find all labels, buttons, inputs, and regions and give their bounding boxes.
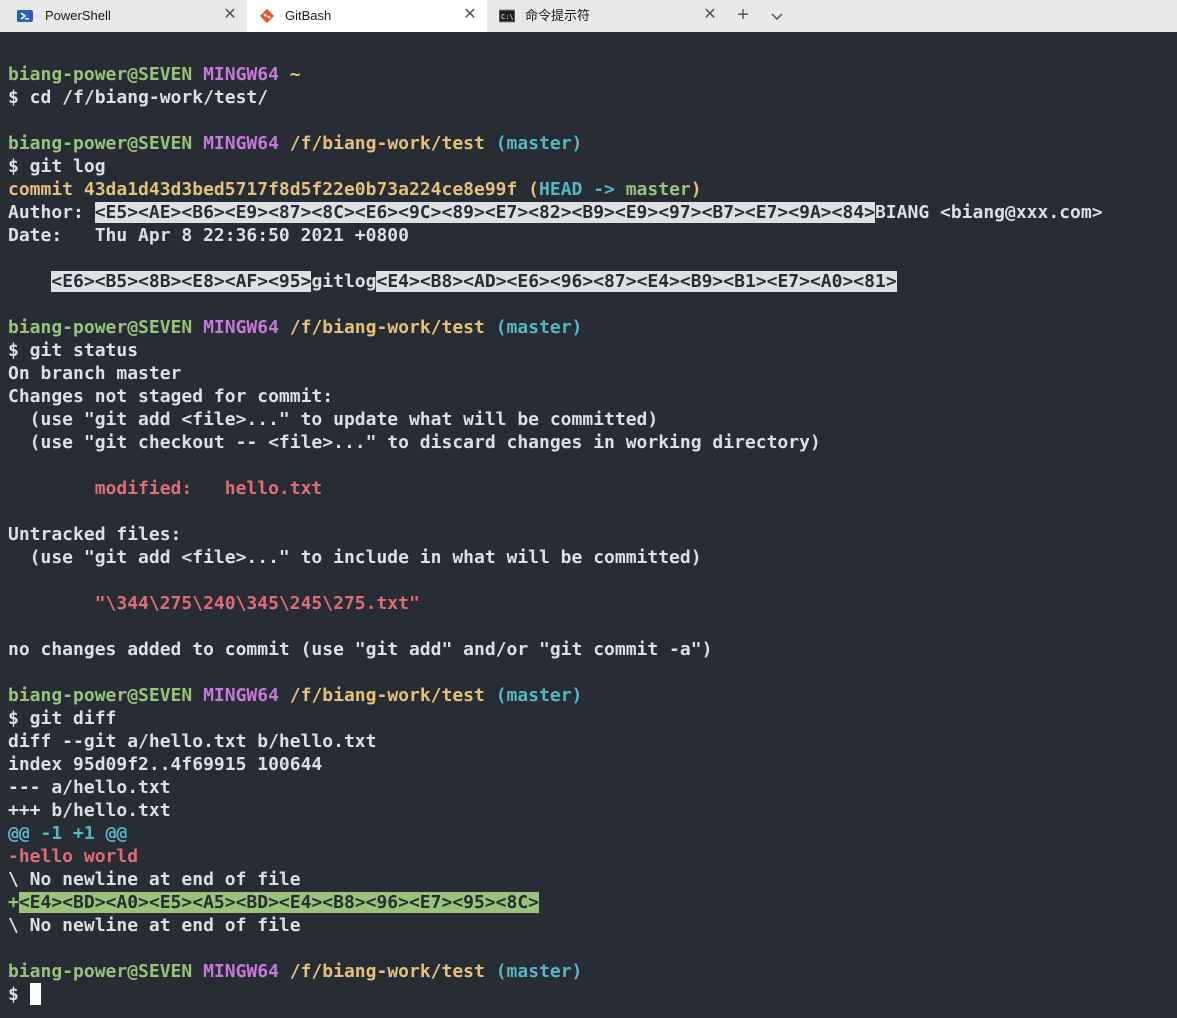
diff-removed-line: -hello world (8, 846, 139, 867)
untracked-file: "\344\275\240\345\245\275.txt" (8, 593, 420, 614)
commit-line: commit 43da1d43d3bed5717f8d5f22e0b73a224… (8, 179, 702, 200)
command-line: $ cd /f/biang-work/test/ (8, 87, 269, 108)
close-icon[interactable]: ✕ (702, 7, 718, 23)
modified-file: modified: hello.txt (8, 478, 323, 499)
author-line: Author: <E5><AE><B6><E9><87><8C><E6><9C>… (8, 202, 1103, 223)
diff-no-newline: \ No newline at end of file (8, 915, 301, 936)
command-line: $ git status (8, 340, 139, 361)
close-icon[interactable]: ✕ (462, 7, 478, 23)
prompt-line: biang-power@SEVEN MINGW64 /f/biang-work/… (8, 317, 583, 338)
tab-gitbash[interactable]: GitBash ✕ (247, 0, 487, 32)
tab-label: 命令提示符 (525, 8, 591, 23)
text-cursor (29, 983, 41, 1005)
diff-no-newline: \ No newline at end of file (8, 869, 301, 890)
tab-label: GitBash (285, 8, 332, 23)
tab-label: PowerShell (45, 8, 111, 23)
diff-index: index 95d09f2..4f69915 100644 (8, 754, 323, 775)
prompt-line: biang-power@SEVEN MINGW64 /f/biang-work/… (8, 961, 583, 982)
output-line: On branch master (8, 363, 182, 384)
commit-message: <E6><B5><8B><E8><AF><95>gitlog<E4><B8><A… (51, 271, 897, 292)
output-line: (use "git add <file>..." to update what … (8, 409, 659, 430)
terminal-output[interactable]: biang-power@SEVEN MINGW64 ~ $ cd /f/bian… (0, 32, 1177, 1018)
output-line: (use "git add <file>..." to include in w… (8, 547, 702, 568)
tab-cmd[interactable]: C:\ 命令提示符 ✕ (487, 0, 727, 32)
prompt-line: biang-power@SEVEN MINGW64 ~ (8, 64, 301, 85)
date-line: Date: Thu Apr 8 22:36:50 2021 +0800 (8, 225, 409, 246)
powershell-icon (17, 8, 33, 24)
command-line: $ git diff (8, 708, 117, 729)
tab-powershell[interactable]: PowerShell ✕ (0, 0, 247, 32)
prompt-line: biang-power@SEVEN MINGW64 /f/biang-work/… (8, 133, 583, 154)
input-line[interactable]: $ (8, 983, 41, 1006)
output-line: (use "git checkout -- <file>..." to disc… (8, 432, 821, 453)
diff-plus-file: +++ b/hello.txt (8, 800, 171, 821)
prompt-line: biang-power@SEVEN MINGW64 /f/biang-work/… (8, 685, 583, 706)
new-tab-button[interactable]: + (732, 5, 754, 27)
output-line: no changes added to commit (use "git add… (8, 639, 713, 660)
diff-hunk: @@ -1 +1 @@ (8, 823, 128, 844)
diff-minus-file: --- a/hello.txt (8, 777, 171, 798)
command-line: $ git log (8, 156, 106, 177)
output-line: Untracked files: (8, 524, 182, 545)
svg-text:C:\: C:\ (501, 13, 514, 21)
diff-added-line: +<E4><BD><A0><E5><A5><BD><E4><B8><96><E7… (8, 892, 540, 913)
git-icon (259, 8, 275, 24)
chevron-down-icon[interactable] (766, 6, 788, 26)
close-icon[interactable]: ✕ (222, 7, 238, 23)
tab-bar: PowerShell ✕ GitBash ✕ C:\ 命令提示符 ✕ + (0, 0, 1177, 32)
diff-header: diff --git a/hello.txt b/hello.txt (8, 731, 377, 752)
cmd-icon: C:\ (498, 8, 516, 24)
output-line: Changes not staged for commit: (8, 386, 334, 407)
